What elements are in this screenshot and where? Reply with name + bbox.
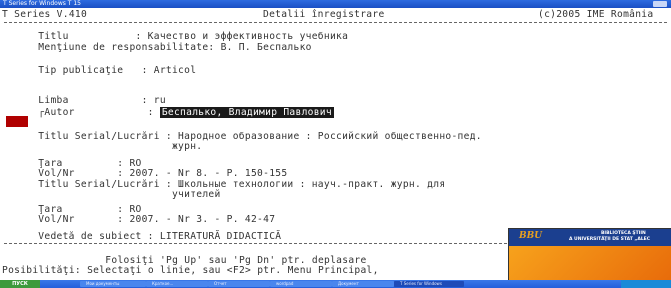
taskbar: ПУСК Мои документы Краткое... Отчет word… [0,280,671,288]
library-popup[interactable]: BBU BIBLIOTECA ŞTIIN A UNIVERSITĂŢII DE … [508,228,671,282]
field-vol-1[interactable]: Vol/Nr : 2007. - Nr 8. - P. 150-155 [14,169,287,179]
field-vol-2[interactable]: Vol/Nr : 2007. - Nr 3. - P. 42-47 [14,215,275,225]
field-serial-1-cont: журн. [14,141,203,152]
field-mentiune[interactable]: Menţiune de responsabilitate: В. П. Бесп… [14,43,312,53]
field-limba[interactable]: Limba : ru [14,96,166,106]
system-tray[interactable] [621,280,671,288]
field-serial-2-cont: учителей [14,189,221,200]
taskbar-item-active[interactable]: T Series for Windows [394,281,464,287]
window-controls[interactable] [653,1,667,7]
taskbar-item[interactable]: Отчет [208,281,270,287]
library-logo: BBU [519,231,543,241]
header-divider [4,22,667,23]
screen-title: Detalii înregistrare [263,9,385,20]
copyright: (c)2005 IME România [538,9,654,20]
field-autor[interactable]: ┌Autor : Беспалько, Владимир Павлович [14,107,334,118]
window-titlebar: T Series for Windows T 15 [0,0,671,8]
taskbar-item[interactable]: Документ [332,281,394,287]
app-version: T Series V.410 [2,9,88,20]
field-tip-publicatie[interactable]: Tip publicaţie : Articol [14,66,196,76]
start-button[interactable]: ПУСК [0,280,40,288]
popup-title-2: A UNIVERSITĂŢII DE STAT „ALEC [569,237,651,242]
window-title: T Series for Windows T 15 [3,0,81,7]
taskbar-item[interactable]: wordpad [270,281,332,287]
popup-banner: BBU BIBLIOTECA ŞTIIN A UNIVERSITĂŢII DE … [509,229,671,246]
autor-label: ┌Autor : [14,107,160,118]
help-options: Posibilităţi: Selectaţi o linie, sau <F2… [2,265,379,276]
field-vedeta-subiect[interactable]: Vedetă de subiect : LITERATURĂ DIDACTICĂ [14,232,281,242]
popup-title-1: BIBLIOTECA ŞTIIN [601,231,646,236]
field-titlu[interactable]: Titlu : Качество и эффективность учебник… [14,32,348,42]
taskbar-item[interactable]: Краткое... [146,281,208,287]
popup-background [509,246,671,281]
taskbar-item[interactable]: Мои документы [80,281,146,287]
autor-value[interactable]: Беспалько, Владимир Павлович [159,107,334,118]
